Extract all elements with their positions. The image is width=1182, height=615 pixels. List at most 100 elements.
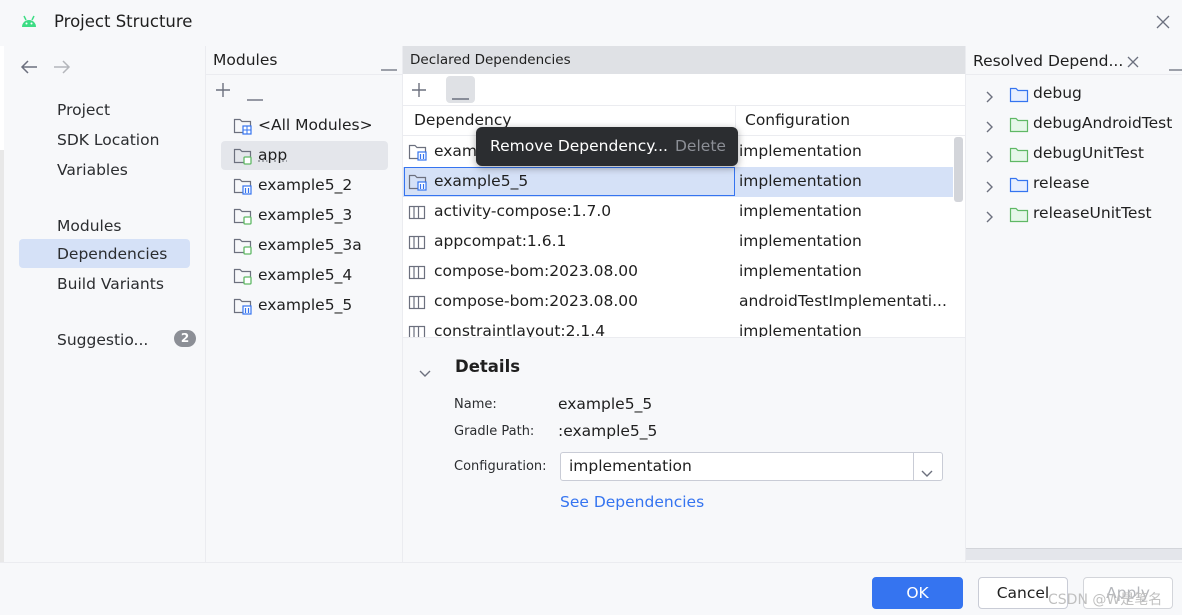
- chevron-down-icon[interactable]: [419, 364, 431, 382]
- chevron-right-icon[interactable]: [986, 149, 994, 167]
- chevron-right-icon[interactable]: [986, 89, 994, 107]
- minimize-icon[interactable]: [381, 59, 397, 77]
- dependency-configuration: implementation: [739, 322, 862, 337]
- dependency-name: constraintlayout:2.1.4: [434, 322, 606, 337]
- resolved-dependencies-panel: Resolved Depend... debug debugAndroidTes…: [965, 46, 1182, 562]
- tree-item-debug-android-test[interactable]: debugAndroidTest: [966, 110, 1182, 140]
- modules-header: Modules: [206, 46, 403, 75]
- library-icon: [408, 233, 426, 255]
- sidebar-item-project[interactable]: Project: [57, 97, 110, 123]
- tree-item-release[interactable]: release: [966, 170, 1182, 200]
- library-icon: [408, 203, 426, 225]
- table-row[interactable]: activity-compose:1.7.0 implementation: [403, 197, 953, 227]
- module-item-example5-5[interactable]: example5_5: [220, 291, 388, 321]
- sidebar: Project SDK Location Variables Modules D…: [4, 46, 206, 562]
- table-row[interactable]: compose-bom:2023.08.00 implementation: [403, 257, 953, 287]
- minus-icon: [452, 88, 469, 106]
- module-item-example5-4[interactable]: example5_4: [220, 261, 388, 291]
- library-icon: [408, 293, 426, 315]
- remove-module-icon[interactable]: [247, 89, 263, 107]
- modules-title: Modules: [213, 51, 278, 69]
- sidebar-item-dependencies[interactable]: Dependencies: [57, 241, 167, 267]
- dependency-configuration: implementation: [739, 202, 862, 220]
- folder-icon: [1009, 146, 1029, 167]
- declared-toolbar: [403, 74, 965, 106]
- module-label: app: [258, 146, 288, 164]
- library-module-folder-icon: [233, 177, 253, 199]
- sidebar-item-modules[interactable]: Modules: [57, 213, 121, 239]
- chevron-right-icon[interactable]: [986, 209, 994, 227]
- forward-arrow-icon[interactable]: [53, 59, 71, 79]
- module-item-example5-3[interactable]: example5_3: [220, 201, 388, 231]
- sidebar-item-sdk-location[interactable]: SDK Location: [57, 127, 159, 153]
- configuration-select-value: implementation: [569, 457, 692, 475]
- table-row[interactable]: constraintlayout:2.1.4 implementation: [403, 317, 953, 337]
- dependency-name: activity-compose:1.7.0: [434, 202, 612, 220]
- gradle-path-value: :example5_5: [558, 422, 658, 440]
- dependency-name: compose-bom:2023.08.00: [434, 262, 639, 280]
- details-title: Details: [455, 357, 521, 376]
- close-icon[interactable]: [1127, 54, 1139, 72]
- dependency-configuration: implementation: [739, 232, 862, 250]
- module-label: example5_3: [258, 206, 353, 224]
- module-label: example5_3a: [258, 236, 362, 254]
- folder-icon: [1009, 206, 1029, 227]
- sidebar-item-suggestions[interactable]: Suggestio...: [57, 327, 148, 353]
- horizontal-scrollbar[interactable]: [966, 548, 1182, 560]
- table-row[interactable]: appcompat:1.6.1 implementation: [403, 227, 953, 257]
- remove-dependency-button[interactable]: [446, 76, 475, 103]
- sidebar-item-variables[interactable]: Variables: [57, 157, 128, 183]
- tree-item-label: releaseUnitTest: [1033, 204, 1152, 222]
- select-divider: [913, 453, 914, 480]
- sidebar-item-build-variants[interactable]: Build Variants: [57, 271, 164, 297]
- add-module-icon[interactable]: [215, 82, 231, 102]
- remove-dependency-menu-item[interactable]: Remove Dependency...: [490, 137, 668, 155]
- details-panel: Details Name: example5_5 Gradle Path: :e…: [403, 337, 965, 562]
- tree-item-debug-unit-test[interactable]: debugUnitTest: [966, 140, 1182, 170]
- tree-item-debug[interactable]: debug: [966, 80, 1182, 110]
- context-popup: Remove Dependency... Delete: [476, 127, 738, 166]
- watermark: CSDN @W是笔名: [1048, 592, 1163, 608]
- module-dependency-icon: [408, 143, 428, 165]
- configuration-select[interactable]: implementation: [560, 452, 943, 481]
- title-bar: Project Structure: [0, 0, 1182, 46]
- resolved-header: Resolved Depend...: [966, 46, 1182, 75]
- ok-button[interactable]: OK: [872, 577, 963, 609]
- gradle-path-label: Gradle Path:: [454, 424, 535, 439]
- module-folder-icon: [233, 237, 253, 259]
- module-label: example5_4: [258, 266, 353, 284]
- column-header-configuration[interactable]: Configuration: [745, 111, 850, 129]
- module-item-app[interactable]: app: [220, 141, 388, 171]
- modules-panel: Modules <All Modules> app example5_2 exa…: [206, 46, 403, 562]
- chevron-down-icon: [921, 464, 933, 482]
- module-label: example5_2: [258, 176, 353, 194]
- library-icon: [408, 263, 426, 285]
- module-item-all[interactable]: <All Modules>: [220, 111, 388, 141]
- android-icon: [20, 14, 38, 32]
- library-module-folder-icon: [233, 297, 253, 319]
- suggestions-count-badge: 2: [174, 330, 196, 347]
- dependency-configuration: androidTestImplementati...: [739, 292, 947, 310]
- folder-icon: [1009, 86, 1029, 107]
- tree-item-label: debugUnitTest: [1033, 144, 1144, 162]
- add-dependency-icon[interactable]: [411, 82, 427, 102]
- tree-item-release-unit-test[interactable]: releaseUnitTest: [966, 200, 1182, 230]
- table-row[interactable]: compose-bom:2023.08.00 androidTestImplem…: [403, 287, 953, 317]
- table-scrollbar[interactable]: [954, 137, 963, 202]
- module-label: example5_5: [258, 296, 353, 314]
- back-arrow-icon[interactable]: [20, 59, 38, 79]
- see-dependencies-link[interactable]: See Dependencies: [560, 493, 704, 511]
- minimize-icon[interactable]: [1169, 59, 1182, 77]
- module-item-example5-3a[interactable]: example5_3a: [220, 231, 388, 261]
- tree-item-label: debugAndroidTest: [1033, 114, 1173, 132]
- tree-item-label: release: [1033, 174, 1090, 192]
- close-icon[interactable]: [1155, 14, 1171, 34]
- chevron-right-icon[interactable]: [986, 119, 994, 137]
- chevron-right-icon[interactable]: [986, 179, 994, 197]
- dialog-button-bar: OK Cancel Apply CSDN @W是笔名: [0, 562, 1182, 615]
- module-folder-icon: [233, 267, 253, 289]
- module-folder-icon: [233, 207, 253, 229]
- name-value: example5_5: [558, 395, 653, 413]
- module-item-example5-2[interactable]: example5_2: [220, 171, 388, 201]
- dependency-configuration: implementation: [739, 262, 862, 280]
